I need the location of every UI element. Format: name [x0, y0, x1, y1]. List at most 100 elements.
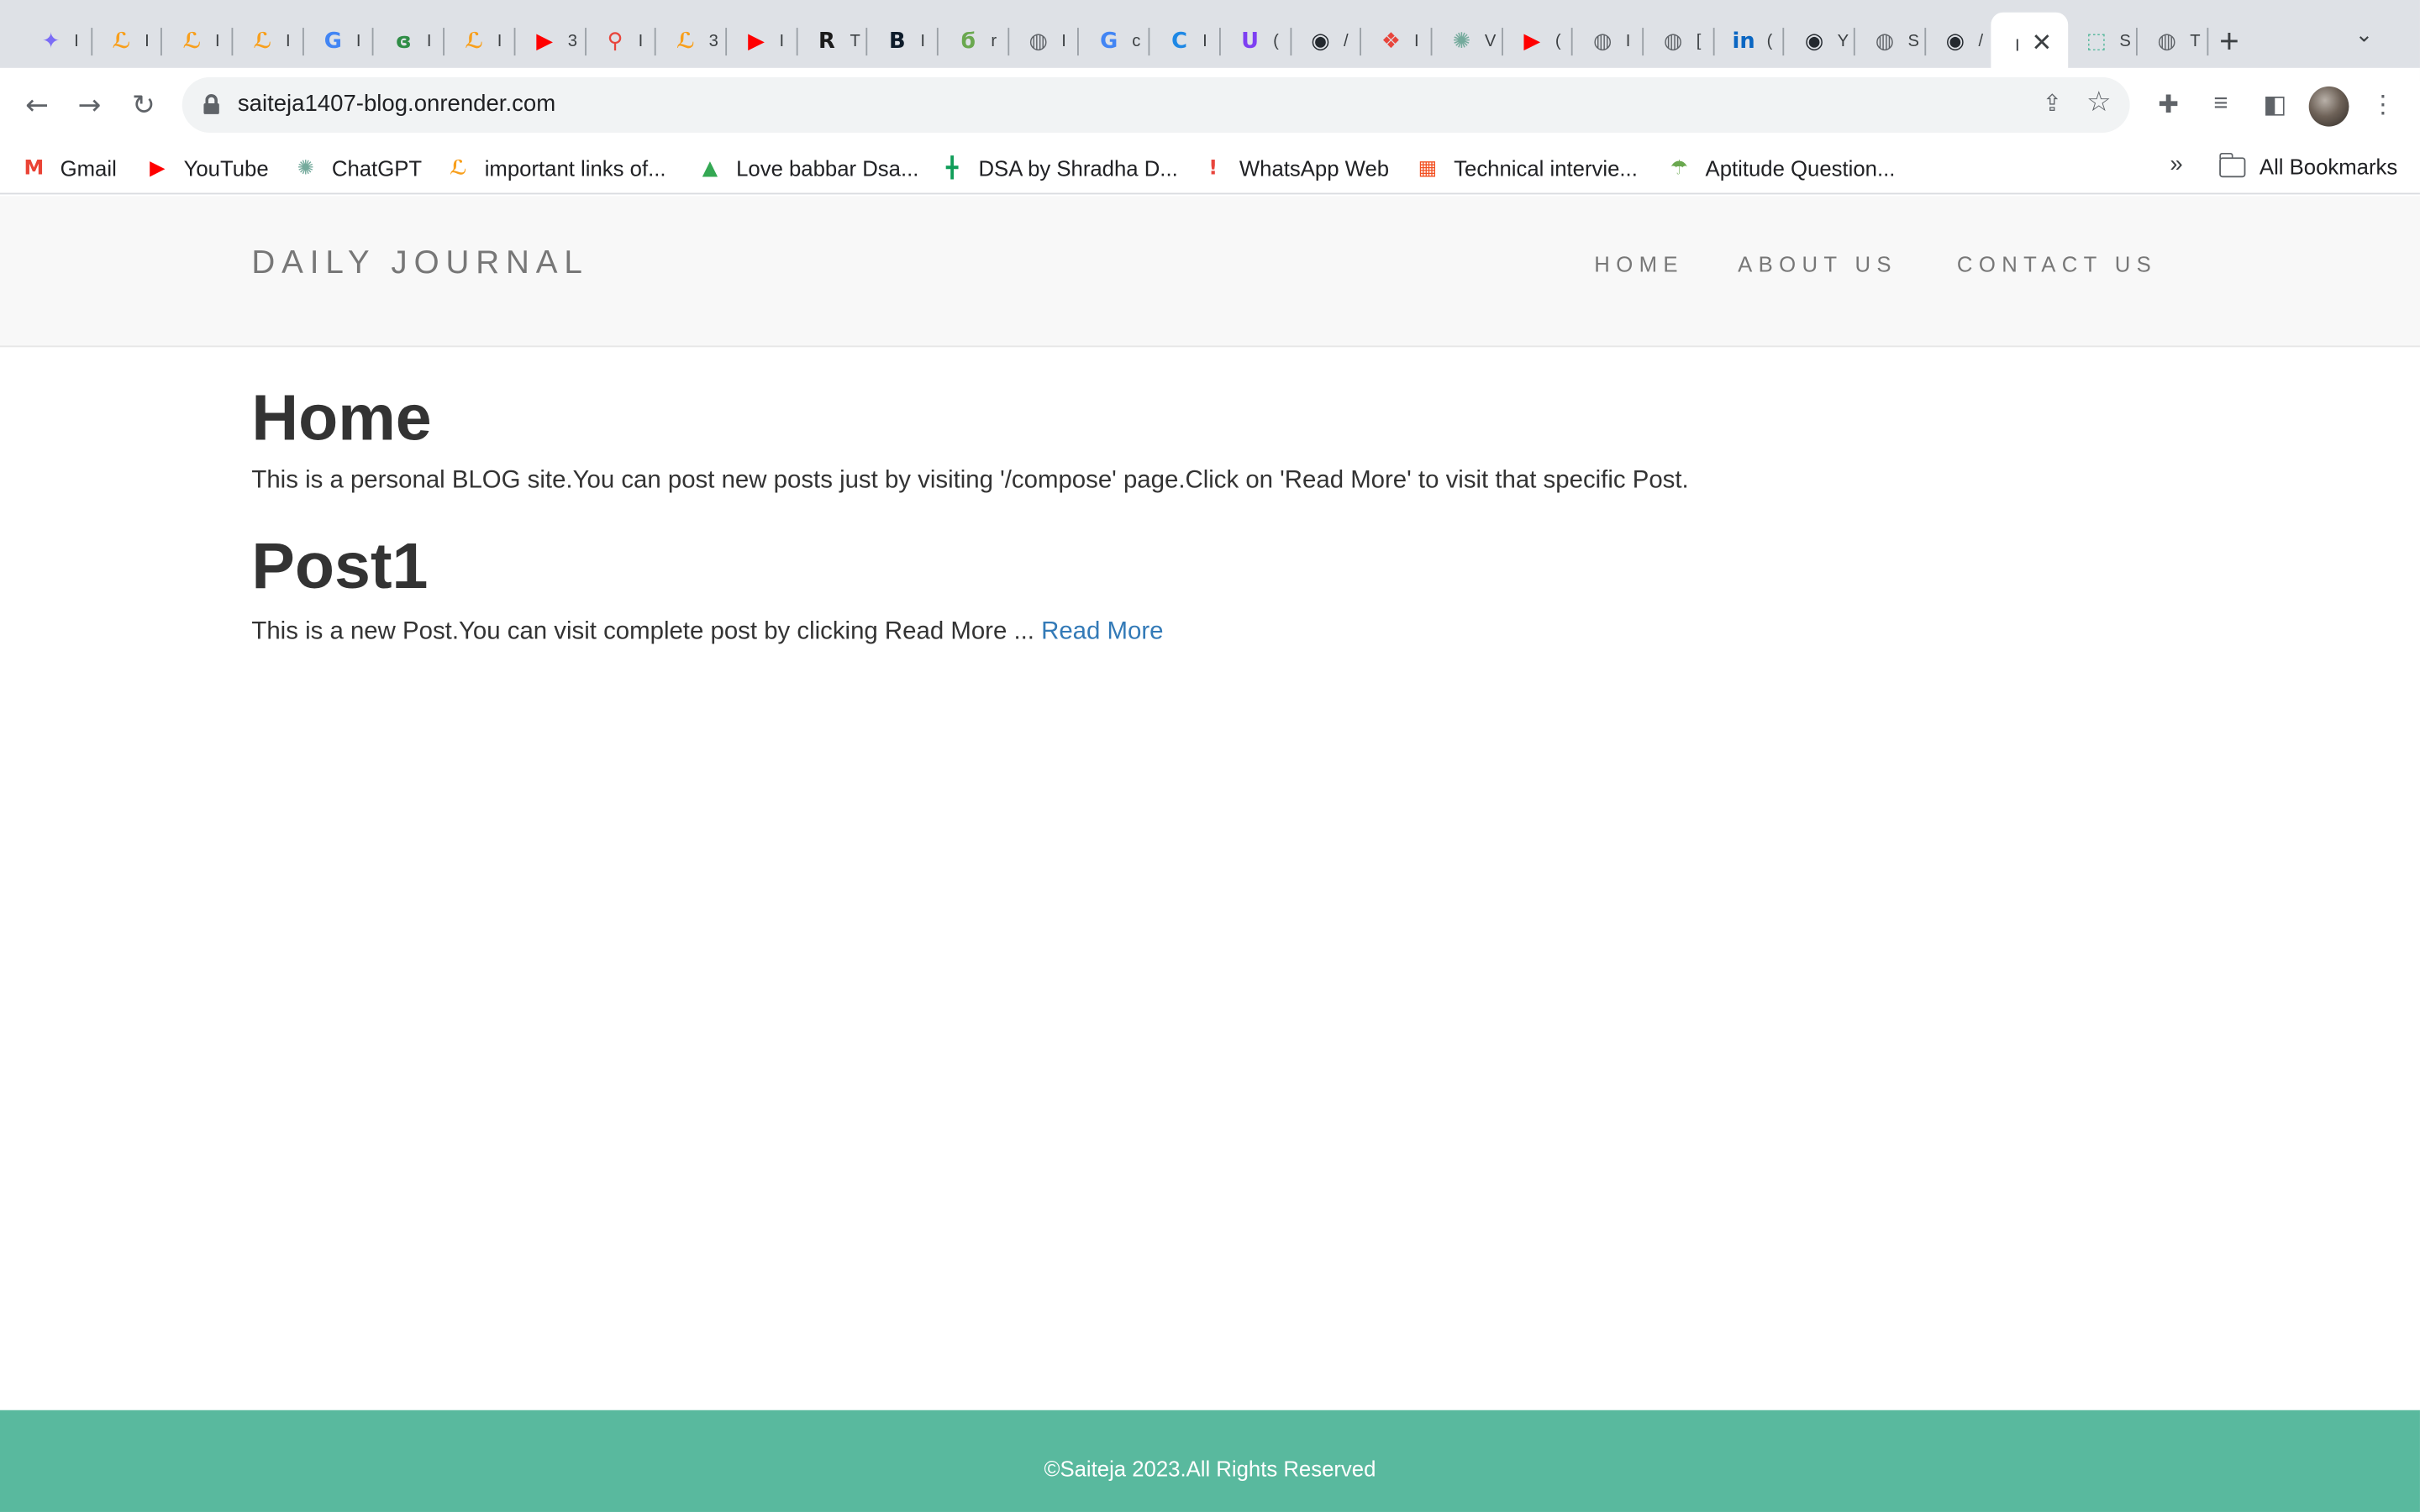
- browser-tab[interactable]: ⚲ I: [586, 15, 657, 67]
- browser-tab[interactable]: ✺ V: [1432, 15, 1503, 67]
- tab-title: I: [1202, 32, 1207, 51]
- tab-title: r: [991, 32, 997, 51]
- bookmark-item[interactable]: ! WhatsApp Web: [1201, 155, 1389, 182]
- browser-tab[interactable]: ◉ Y: [1785, 15, 1856, 67]
- bookmark-item[interactable]: ✺ ChatGPT: [293, 155, 422, 182]
- lock-icon[interactable]: [203, 94, 219, 114]
- bookmark-star-icon[interactable]: ☆: [2086, 87, 2112, 119]
- post-excerpt: This is a new Post.You can visit complet…: [251, 619, 1163, 647]
- browser-tab[interactable]: ⬚ S: [2067, 15, 2138, 67]
- more-bookmarks-chevron-icon[interactable]: »: [2170, 151, 2182, 177]
- bookmark-item[interactable]: ℒimportant links of...: [446, 155, 666, 182]
- tab-title: (: [1273, 32, 1279, 51]
- browser-tab[interactable]: ◍[: [1644, 15, 1715, 67]
- profile-avatar[interactable]: [2308, 86, 2349, 127]
- browser-tab[interactable]: ✦ I: [22, 15, 92, 67]
- side-panel-icon[interactable]: ◧: [2256, 87, 2293, 123]
- browser-tab[interactable]: ◍ I: [1573, 15, 1644, 67]
- tab-title: c: [1132, 32, 1141, 51]
- read-more-link[interactable]: Read More: [1041, 619, 1163, 645]
- browser-tab[interactable]: ℒI: [445, 15, 516, 67]
- address-url[interactable]: saiteja1407-blog.onrender.com: [238, 91, 555, 117]
- address-bar[interactable]: saiteja1407-blog.onrender.com ⇪ ☆: [182, 76, 2130, 133]
- reload-icon[interactable]: ↻: [125, 87, 162, 123]
- browser-tab[interactable]: ℒI: [234, 15, 304, 67]
- gemini-icon: ✦: [41, 29, 60, 55]
- tab-search-chevron-icon[interactable]: ⌄: [2355, 22, 2374, 48]
- google-icon: G: [324, 29, 342, 55]
- globe-icon: ◍: [1875, 29, 1895, 55]
- browser-tab[interactable]: ▶(: [1502, 15, 1574, 67]
- bookmark-item[interactable]: ▦ Technical intervie...: [1415, 155, 1638, 182]
- browser-tab[interactable]: ℒ3: [656, 15, 728, 67]
- tab-title: I: [215, 32, 220, 51]
- globe-icon: ◍: [1663, 29, 1683, 55]
- tab-title: I: [285, 32, 291, 51]
- bookmark-item[interactable]: ▲ Love babbar Dsa...: [697, 155, 919, 182]
- back-arrow-icon[interactable]: ←: [18, 87, 55, 123]
- browser-tab[interactable]: ◍ S: [1855, 15, 1926, 67]
- extensions-puzzle-icon[interactable]: ✚: [2150, 87, 2187, 123]
- browser-tab[interactable]: GI: [303, 15, 375, 67]
- browser-tab[interactable]: ɞI: [374, 15, 445, 67]
- tab-title: 3: [567, 32, 577, 51]
- bookmark-label: Love babbar Dsa...: [736, 155, 919, 181]
- more-menu-icon[interactable]: ⋮: [2365, 87, 2402, 123]
- gmail-icon: M: [24, 156, 45, 180]
- leetcode-icon: ℒ: [676, 29, 696, 55]
- bookmark-item[interactable]: M Gmail: [22, 155, 117, 182]
- tab-title: [: [1696, 32, 1702, 51]
- tab-title: I: [779, 32, 785, 51]
- browser-tab[interactable]: Gc: [1080, 15, 1150, 67]
- tab-separator: [2206, 28, 2208, 56]
- browser-tab[interactable]: ◍ T: [2138, 15, 2208, 67]
- browser-tab[interactable]: RT: [797, 15, 868, 67]
- leetcode-icon: ℒ: [450, 156, 467, 180]
- nav-home-link[interactable]: HOME: [1594, 251, 1684, 276]
- bookmark-label: ChatGPT: [331, 155, 423, 181]
- leetcode-icon: ℒ: [253, 29, 272, 55]
- close-tab-icon[interactable]: ✕: [2031, 28, 2052, 59]
- browser-tab[interactable]: CI: [1150, 15, 1221, 67]
- browser-tab[interactable]: ϭr: [939, 15, 1009, 67]
- tab-title: I: [1625, 32, 1631, 51]
- forward-arrow-icon[interactable]: →: [71, 87, 108, 123]
- media-playlist-icon[interactable]: ≡: [2202, 87, 2239, 123]
- browser-tab[interactable]: ▶ 3: [515, 15, 587, 67]
- leetcode-icon: ℒ: [182, 29, 202, 55]
- chatgpt-icon: ✺: [297, 156, 314, 180]
- u-icon: U: [1241, 29, 1259, 55]
- site-brand[interactable]: DAILY JOURNAL: [251, 245, 588, 282]
- home-description: This is a personal BLOG site.You can pos…: [251, 467, 1689, 494]
- post-excerpt-text: This is a new Post.You can visit complet…: [251, 618, 1042, 645]
- share-icon[interactable]: ⇪: [2043, 90, 2062, 117]
- browser-tab[interactable]: ◉ /: [1926, 15, 1996, 67]
- bookmark-item[interactable]: ▶ YouTube: [145, 155, 268, 182]
- nav-about-link[interactable]: ABOUT US: [1738, 251, 1897, 276]
- new-tab-icon[interactable]: +: [2219, 22, 2239, 62]
- geeksforgeeks-icon: ɞ: [395, 29, 412, 55]
- tab-title: I: [426, 32, 432, 51]
- chatgpt-icon: ✺: [1452, 29, 1471, 55]
- browser-window: ✦ I ℒ I ℒ I ℒ I G Iɞ I ℒ I ▶ 3 ⚲ I ℒ 3 ▶ I R T B Iϭ r ◍ I Gc C I U(◉ / ❖ I…: [0, 0, 2420, 1512]
- bookmark-item[interactable]: ☂ Aptitude Question...: [1667, 155, 1896, 182]
- microsoft-icon: ▦: [1418, 156, 1438, 180]
- tab-title: I: [74, 32, 79, 51]
- browser-tab[interactable]: ❖ I: [1362, 15, 1433, 67]
- all-bookmarks-folder[interactable]: All Bookmarks: [2218, 151, 2397, 179]
- tab-title: S: [1907, 32, 1919, 51]
- browser-tab[interactable]: in (: [1714, 15, 1786, 67]
- globe-icon: ◍: [1028, 29, 1048, 55]
- google-sheets-icon: ╋: [946, 156, 959, 180]
- nav-contact-link[interactable]: CONTACT US: [1957, 251, 2157, 276]
- bookmark-label: Technical intervie...: [1454, 155, 1638, 181]
- browser-tab[interactable]: ◍ I: [1009, 15, 1080, 67]
- browser-tab[interactable]: ℒI: [163, 15, 234, 67]
- browser-tab[interactable]: ◉ /: [1292, 15, 1362, 67]
- browser-tab[interactable]: BI: [868, 15, 939, 67]
- bookmark-item[interactable]: ╋ DSA by Shradha D...: [940, 155, 1178, 182]
- bookmark-label: important links of...: [484, 155, 666, 181]
- browser-tab[interactable]: ▶ I: [727, 15, 797, 67]
- browser-tab[interactable]: ℒI: [92, 15, 163, 67]
- browser-tab[interactable]: U(: [1221, 15, 1292, 67]
